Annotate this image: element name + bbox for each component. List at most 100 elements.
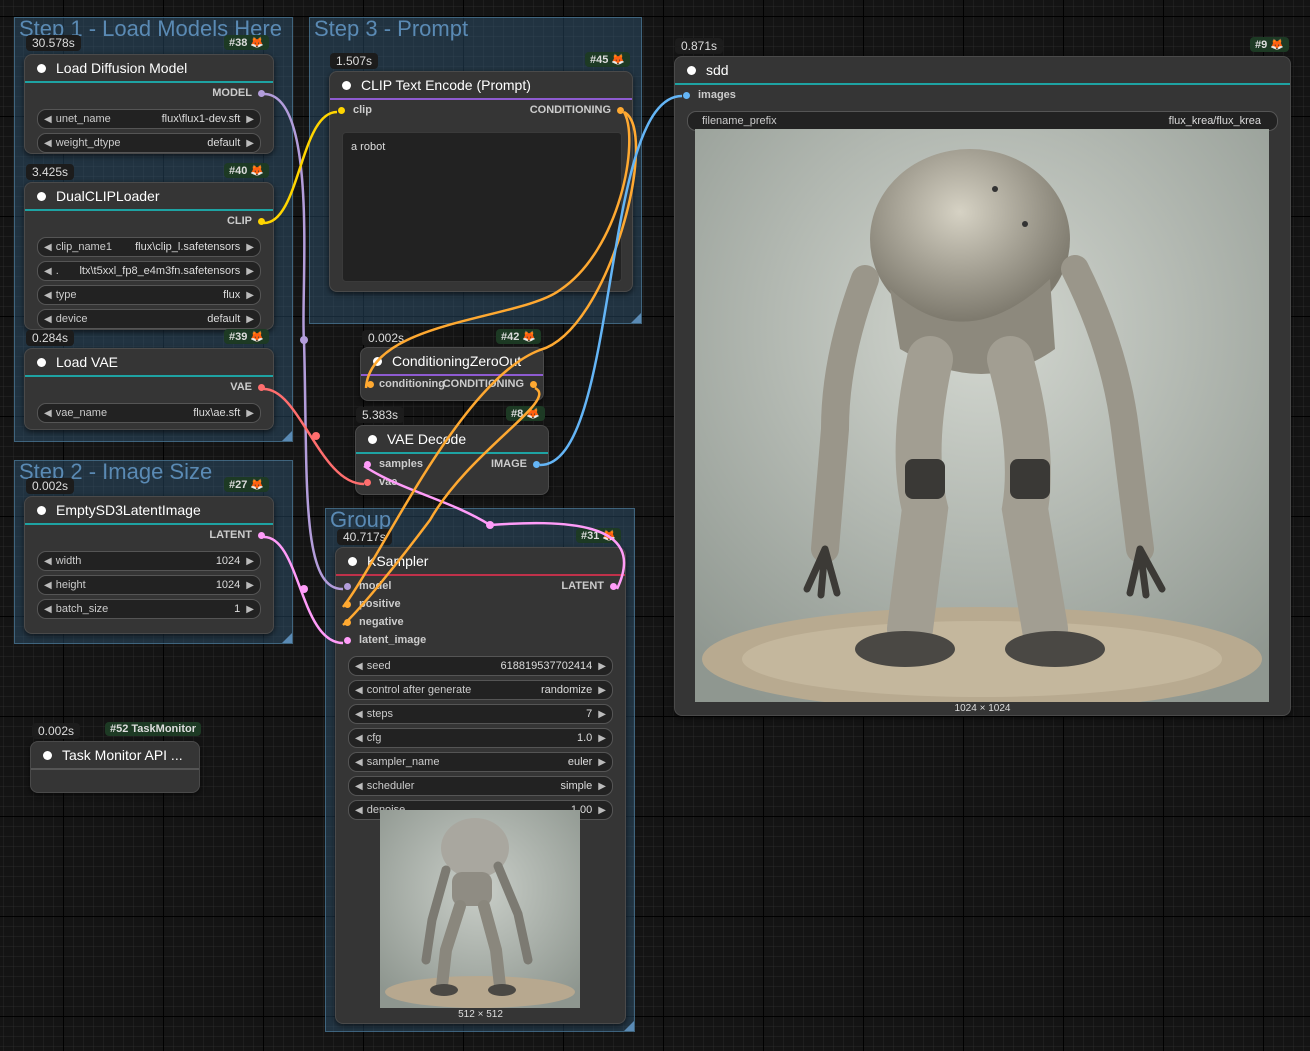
widget-control-after-generate[interactable]: ◀ control after generate randomize ▶ [348,680,613,700]
arrow-right-icon[interactable]: ▶ [246,580,254,591]
widget-sampler-name[interactable]: ◀ sampler_name euler ▶ [348,752,613,772]
status-dot-icon[interactable] [37,505,46,515]
arrow-left-icon[interactable]: ◀ [355,685,363,696]
output-slot-conditioning[interactable]: CONDITIONING [530,104,624,116]
widget-device[interactable]: ◀ device default ▶ [37,309,261,329]
arrow-left-icon[interactable]: ◀ [355,781,363,792]
slot-dot-icon[interactable] [610,582,617,590]
node-header[interactable]: ConditioningZeroOut [361,348,543,376]
slot-dot-icon[interactable] [367,380,374,388]
slot-dot-icon[interactable] [258,217,265,225]
slot-dot-icon[interactable] [258,89,265,97]
arrow-right-icon[interactable]: ▶ [246,114,254,125]
group-resize-handle[interactable] [624,1021,634,1031]
slot-dot-icon[interactable] [533,460,540,468]
input-slot-images[interactable]: images [683,89,736,101]
group-resize-handle[interactable] [631,313,641,323]
status-dot-icon[interactable] [37,357,46,367]
widget-clip-name2[interactable]: ◀. ltx\t5xxl_fp8_e4m3fn.safetensors ▶ [37,261,261,281]
node-load-diffusion-model[interactable]: Load Diffusion Model MODEL ◀ unet_name flu… [24,54,274,154]
widget-vae-name[interactable]: ◀ vae_name flux\ae.sft ▶ [37,403,261,423]
slot-dot-icon[interactable] [617,106,624,114]
node-header[interactable]: Load VAE [25,349,273,377]
widget-type[interactable]: ◀ type flux ▶ [37,285,261,305]
node-empty-latent-image[interactable]: EmptySD3LatentImage LATENT ◀ width 1024 ▶ ◀… [24,496,274,634]
slot-dot-icon[interactable] [344,600,351,608]
node-header[interactable]: DualCLIPLoader [25,183,273,211]
slot-dot-icon[interactable] [344,618,351,626]
slot-dot-icon[interactable] [258,383,265,391]
widget-unet-name[interactable]: ◀ unet_name flux\flux1-dev.sft ▶ [37,109,261,129]
input-slot-vae[interactable]: vae [364,476,397,488]
arrow-left-icon[interactable]: ◀ [44,266,52,277]
status-dot-icon[interactable] [43,750,52,760]
status-dot-icon[interactable] [368,434,377,444]
arrow-left-icon[interactable]: ◀ [44,556,52,567]
status-dot-icon[interactable] [37,63,46,73]
widget-steps[interactable]: ◀ steps 7 ▶ [348,704,613,724]
arrow-left-icon[interactable]: ◀ [355,709,363,720]
node-header[interactable]: Load Diffusion Model [25,55,273,83]
node-save-image[interactable]: sdd images filename_prefix flux_krea/flux… [674,56,1291,716]
output-slot-image[interactable]: IMAGE [491,458,540,470]
input-slot-conditioning[interactable]: conditioning [367,378,445,390]
arrow-right-icon[interactable]: ▶ [246,266,254,277]
arrow-right-icon[interactable]: ▶ [598,709,606,720]
widget-scheduler[interactable]: ◀ scheduler simple ▶ [348,776,613,796]
arrow-right-icon[interactable]: ▶ [598,781,606,792]
arrow-right-icon[interactable]: ▶ [246,290,254,301]
slot-dot-icon[interactable] [530,380,537,388]
node-header[interactable]: VAE Decode [356,426,548,454]
group-resize-handle[interactable] [282,633,292,643]
arrow-right-icon[interactable]: ▶ [598,805,606,816]
widget-weight-dtype[interactable]: ◀ weight_dtype default ▶ [37,133,261,153]
output-slot-latent[interactable]: LATENT [561,580,617,592]
status-dot-icon[interactable] [342,80,351,90]
input-slot-samples[interactable]: samples [364,458,423,470]
widget-seed[interactable]: ◀ seed 618819537702414 ▶ [348,656,613,676]
output-slot-conditioning[interactable]: CONDITIONING [443,378,537,390]
node-header[interactable]: sdd [675,57,1290,85]
slot-dot-icon[interactable] [364,478,371,486]
node-conditioning-zero-out[interactable]: ConditioningZeroOut conditioning CONDITI… [360,347,544,401]
arrow-right-icon[interactable]: ▶ [246,556,254,567]
output-slot-clip[interactable]: CLIP [227,215,265,227]
input-slot-positive[interactable]: positive [344,598,401,610]
input-slot-negative[interactable]: negative [344,616,404,628]
arrow-left-icon[interactable]: ◀ [44,138,52,149]
input-slot-clip[interactable]: clip [338,104,372,116]
node-header[interactable]: Task Monitor API ... [31,742,199,770]
arrow-right-icon[interactable]: ▶ [598,661,606,672]
arrow-right-icon[interactable]: ▶ [246,408,254,419]
arrow-left-icon[interactable]: ◀ [355,733,363,744]
arrow-left-icon[interactable]: ◀ [355,757,363,768]
input-slot-latent-image[interactable]: latent_image [344,634,426,646]
arrow-left-icon[interactable]: ◀ [44,314,52,325]
node-dual-clip-loader[interactable]: DualCLIPLoader CLIP ◀ clip_name1 flux\clip… [24,182,274,330]
node-vae-decode[interactable]: VAE Decode samples IMAGE vae [355,425,549,495]
widget-width[interactable]: ◀ width 1024 ▶ [37,551,261,571]
node-header[interactable]: EmptySD3LatentImage [25,497,273,525]
status-dot-icon[interactable] [37,191,46,201]
node-ksampler[interactable]: KSampler model LATENT positive negative … [335,547,626,1024]
slot-dot-icon[interactable] [258,531,265,539]
widget-clip-name1[interactable]: ◀ clip_name1 flux\clip_l.safetensors ▶ [37,237,261,257]
arrow-left-icon[interactable]: ◀ [44,114,52,125]
arrow-left-icon[interactable]: ◀ [44,604,52,615]
slot-dot-icon[interactable] [344,582,351,590]
arrow-right-icon[interactable]: ▶ [598,733,606,744]
status-dot-icon[interactable] [373,356,382,366]
arrow-left-icon[interactable]: ◀ [355,661,363,672]
arrow-left-icon[interactable]: ◀ [44,290,52,301]
output-slot-vae[interactable]: VAE [230,381,265,393]
arrow-right-icon[interactable]: ▶ [598,757,606,768]
arrow-right-icon[interactable]: ▶ [246,242,254,253]
group-resize-handle[interactable] [282,431,292,441]
arrow-left-icon[interactable]: ◀ [44,242,52,253]
slot-dot-icon[interactable] [683,91,690,99]
widget-batch-size[interactable]: ◀ batch_size 1 ▶ [37,599,261,619]
slot-dot-icon[interactable] [364,460,371,468]
arrow-left-icon[interactable]: ◀ [355,805,363,816]
arrow-left-icon[interactable]: ◀ [44,580,52,591]
arrow-right-icon[interactable]: ▶ [598,685,606,696]
